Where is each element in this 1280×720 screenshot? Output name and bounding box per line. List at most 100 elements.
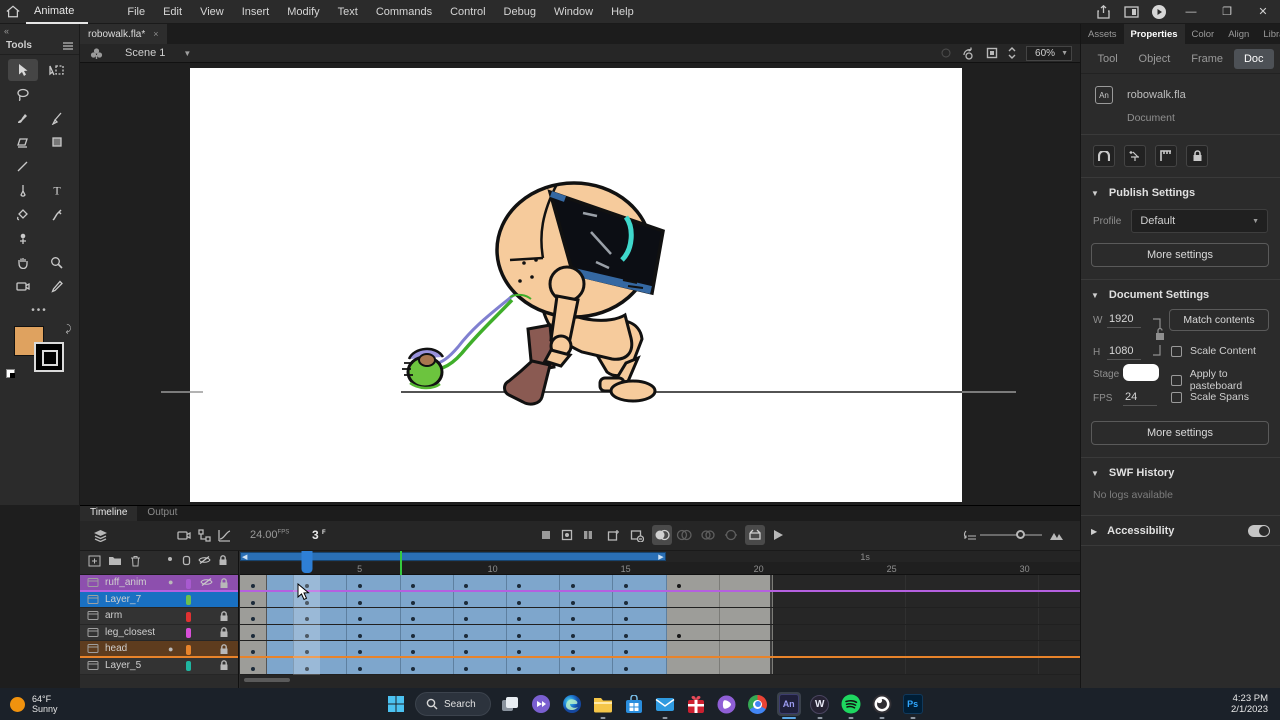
snap-to-guides-icon[interactable]	[1155, 145, 1177, 167]
layer-hidden-icon[interactable]	[200, 577, 213, 587]
auto-keyframe-icon[interactable]	[557, 525, 577, 545]
link-wh-icon[interactable]	[1151, 317, 1165, 357]
document-more-settings-button[interactable]: More settings	[1091, 421, 1269, 445]
profile-select[interactable]: Default ▼	[1131, 209, 1268, 233]
share-icon[interactable]	[1090, 1, 1116, 23]
panel-tab-color[interactable]: Color	[1185, 24, 1222, 44]
layer-color-swatch[interactable]	[186, 611, 191, 622]
zoom-level-select[interactable]: 60% ▼	[1026, 45, 1072, 61]
layer-lock-icon[interactable]	[219, 610, 229, 622]
timeline-horizontal-scrollbar[interactable]	[244, 678, 290, 682]
playhead[interactable]	[301, 551, 312, 573]
layer-lock-icon[interactable]	[219, 660, 229, 671]
taskbar-spotify-icon[interactable]	[839, 692, 863, 719]
taskbar-clipchamp-icon[interactable]	[529, 692, 553, 716]
layer-options-icon[interactable]	[90, 525, 110, 545]
menu-window[interactable]: Window	[545, 2, 602, 22]
tab-timeline[interactable]: Timeline	[80, 506, 138, 521]
scale-content-checkbox[interactable]	[1171, 345, 1182, 357]
apply-pasteboard-checkbox[interactable]	[1171, 374, 1182, 386]
eyedropper-tool[interactable]	[42, 203, 72, 225]
menu-help[interactable]: Help	[602, 2, 643, 22]
lock-guides-icon[interactable]	[1186, 145, 1208, 167]
match-contents-button[interactable]: Match contents	[1169, 309, 1269, 331]
taskbar-search[interactable]: Search	[415, 692, 491, 716]
menu-debug[interactable]: Debug	[495, 2, 545, 22]
onion-skin-outline-icon[interactable]	[674, 525, 694, 545]
layer-row-Layer_5[interactable]: Layer_5	[80, 657, 238, 675]
publish-settings-header[interactable]: ▼ Publish Settings	[1081, 178, 1280, 207]
taskbar-animate-icon[interactable]: An	[776, 692, 801, 719]
taskbar-movies-tv-icon[interactable]	[715, 692, 739, 716]
panel-tab-assets[interactable]: Assets	[1081, 24, 1124, 44]
eraser-tool[interactable]	[8, 131, 38, 153]
menu-file[interactable]: File	[118, 2, 154, 22]
add-camera-icon[interactable]	[174, 525, 194, 545]
frame-row-Layer_7[interactable]	[240, 591, 1080, 609]
menu-control[interactable]: Control	[441, 2, 494, 22]
resize-frames-icon[interactable]	[1046, 525, 1066, 545]
layer-parenting-icon[interactable]	[194, 525, 214, 545]
layer-lock-icon[interactable]	[219, 643, 229, 655]
frame-row-head[interactable]	[240, 641, 1080, 658]
restore-button[interactable]: ❐	[1210, 0, 1244, 24]
rotate-view-icon[interactable]	[962, 47, 976, 60]
remove-frame-icon[interactable]	[536, 525, 556, 545]
edit-multiple-frames-icon[interactable]	[698, 525, 718, 545]
paintbrush-tool[interactable]	[42, 107, 72, 129]
taskbar-file-explorer-icon[interactable]	[591, 692, 615, 719]
layer-lock-icon[interactable]	[219, 577, 229, 589]
loop-icon[interactable]	[745, 525, 765, 545]
taskbar-photoshop-icon[interactable]: Ps	[901, 692, 925, 719]
layer-color-swatch[interactable]	[186, 661, 191, 672]
lock-all-icon[interactable]	[218, 555, 228, 566]
frame-row-ruff_anim[interactable]	[240, 575, 1080, 592]
insert-blank-keyframe-icon[interactable]	[627, 525, 647, 545]
panel-tab-align[interactable]: Align	[1221, 24, 1256, 44]
highlight-all-icon[interactable]	[166, 555, 174, 563]
graph-editor-icon[interactable]	[214, 525, 234, 545]
span-right-handle[interactable]: ▶	[658, 553, 663, 561]
play-icon[interactable]	[768, 525, 788, 545]
snap-to-objects-icon[interactable]	[1093, 145, 1115, 167]
selection-tool[interactable]	[7, 59, 38, 81]
menu-insert[interactable]: Insert	[233, 2, 279, 22]
text-tool[interactable]: T	[42, 179, 72, 201]
reset-timeline-zoom-icon[interactable]	[960, 525, 980, 545]
menu-view[interactable]: View	[191, 2, 233, 22]
layer-color-swatch[interactable]	[186, 578, 191, 589]
subselection-tool[interactable]	[42, 59, 72, 81]
menu-text[interactable]: Text	[329, 2, 367, 22]
properties-subtab-doc[interactable]: Doc	[1233, 48, 1274, 69]
stroke-color-swatch[interactable]	[33, 342, 64, 372]
workspace-switcher-icon[interactable]	[1118, 1, 1144, 23]
scale-spans-checkbox[interactable]	[1171, 391, 1182, 403]
close-button[interactable]: ✕	[1246, 0, 1280, 24]
taskbar-chrome-icon[interactable]	[746, 692, 770, 716]
span-left-handle[interactable]: ◀	[242, 553, 247, 561]
layer-row-arm[interactable]: arm	[80, 608, 238, 625]
onion-skin-icon[interactable]	[652, 525, 672, 545]
layer-color-swatch[interactable]	[186, 628, 191, 639]
home-icon[interactable]	[0, 0, 26, 24]
layer-row-Layer_7[interactable]: Layer_7	[80, 591, 238, 609]
line-tool[interactable]	[8, 155, 38, 177]
taskbar-obs-icon[interactable]	[870, 692, 894, 719]
modify-markers-icon[interactable]	[721, 525, 741, 545]
layer-color-swatch[interactable]	[186, 644, 191, 655]
layer-row-head[interactable]: head ●	[80, 641, 238, 658]
new-layer-icon[interactable]	[88, 555, 101, 567]
camera-tool[interactable]	[8, 275, 38, 297]
layer-row-leg_closest[interactable]: leg_closest	[80, 624, 238, 642]
new-folder-icon[interactable]	[108, 555, 122, 566]
stage-pasteboard[interactable]	[80, 63, 1080, 505]
width-value[interactable]: 1920	[1107, 313, 1141, 328]
document-tab-close-icon[interactable]: ×	[153, 29, 158, 39]
insert-frame-icon[interactable]	[578, 525, 598, 545]
minimize-button[interactable]: —	[1174, 0, 1208, 24]
timeline-frame-ruler[interactable]: 5 10 15 20 25 30	[240, 562, 1080, 575]
workspace-tab-animate[interactable]: Animate	[26, 0, 89, 24]
weather-widget[interactable]: 64°F Sunny	[10, 694, 160, 714]
timeline-zoom-slider[interactable]	[980, 530, 1042, 539]
taskbar-mail-icon[interactable]	[653, 692, 677, 719]
